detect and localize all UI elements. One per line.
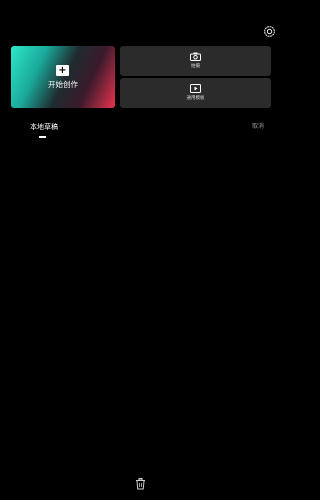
template-button[interactable]: 通用模板 <box>120 78 271 108</box>
template-icon <box>190 84 201 93</box>
shoot-button[interactable]: 拍摄 <box>120 46 271 76</box>
plus-icon: + <box>56 65 69 76</box>
trash-icon[interactable] <box>135 478 146 490</box>
start-creating-label: 开始创作 <box>48 80 78 89</box>
cancel-button[interactable]: 取消 <box>252 123 264 131</box>
camera-icon <box>190 52 201 61</box>
tab-underline <box>39 136 46 138</box>
settings-gear-icon[interactable] <box>263 25 276 38</box>
local-drafts-tab[interactable]: 本地草稿 <box>30 122 58 132</box>
start-creating-card[interactable] <box>11 46 115 108</box>
shoot-label: 拍摄 <box>191 64 200 69</box>
template-label: 通用模板 <box>186 96 205 101</box>
